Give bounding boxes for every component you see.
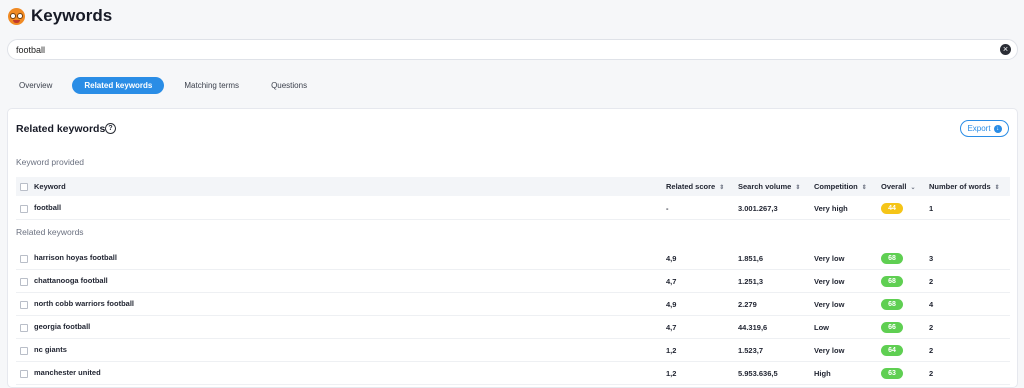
- words-cell: 2: [929, 315, 1010, 339]
- words-cell: 2: [929, 269, 1010, 293]
- overall-badge: 68: [881, 275, 903, 287]
- related-score-cell: 4,9: [666, 292, 738, 316]
- keyword-cell: manchester united: [34, 368, 101, 378]
- provided-table: football - 3.001.267,3 Very high 44 1: [16, 197, 1010, 220]
- table-row[interactable]: manchester united 1,2 5.953.636,5 High 63 2: [16, 361, 1010, 385]
- section-label-related: Related keywords: [16, 227, 84, 237]
- tab-related-keywords[interactable]: Related keywords: [72, 76, 165, 94]
- words-cell: 1: [929, 197, 1010, 220]
- sort-icon: ⇕: [795, 185, 801, 191]
- table-row[interactable]: harrison hoyas football 4,9 1.851,6 Very lo…: [16, 247, 1010, 270]
- overall-badge: 68: [881, 252, 903, 264]
- tab-bar: Overview Related keywords Matching terms…: [7, 76, 327, 94]
- logo-icon: [8, 7, 25, 25]
- sort-icon: ⇕: [861, 185, 867, 191]
- row-checkbox[interactable]: [20, 254, 28, 263]
- tab-overview[interactable]: Overview: [7, 77, 64, 94]
- competition-cell: Very low: [814, 269, 881, 293]
- clear-icon[interactable]: ×: [1000, 44, 1011, 55]
- export-label: Export: [967, 124, 991, 133]
- tab-questions[interactable]: Questions: [259, 77, 319, 94]
- chevron-down-icon: ⌄: [910, 185, 916, 191]
- overall-badge: 68: [881, 298, 903, 310]
- overall-badge: 63: [881, 367, 903, 379]
- competition-cell: Very low: [814, 247, 881, 270]
- search-volume-cell: 1.851,6: [738, 247, 814, 270]
- col-search-volume[interactable]: Search volume ⇕: [738, 177, 814, 196]
- select-all-checkbox[interactable]: [20, 183, 28, 191]
- help-icon[interactable]: ?: [105, 123, 116, 134]
- search-volume-cell: 2.279: [738, 292, 814, 316]
- related-table: harrison hoyas football 4,9 1.851,6 Very lo…: [16, 247, 1010, 385]
- row-checkbox[interactable]: [20, 346, 28, 355]
- table-row[interactable]: football - 3.001.267,3 Very high 44 1: [16, 197, 1010, 220]
- related-score-cell: 1,2: [666, 338, 738, 362]
- competition-cell: Very low: [814, 338, 881, 362]
- keyword-cell: nc giants: [34, 345, 67, 355]
- row-checkbox[interactable]: [20, 369, 28, 378]
- search-volume-cell: 3.001.267,3: [738, 197, 814, 220]
- search-volume-cell: 44.319,6: [738, 315, 814, 339]
- card-title: Related keywords: [16, 123, 106, 135]
- overall-badge: 44: [881, 202, 903, 214]
- competition-cell: Very high: [814, 197, 881, 220]
- export-button[interactable]: Export ↓: [960, 120, 1009, 137]
- row-checkbox[interactable]: [20, 204, 28, 213]
- col-number-of-words[interactable]: Number of words ⇕: [929, 177, 1010, 196]
- words-cell: 4: [929, 292, 1010, 316]
- words-cell: 3: [929, 247, 1010, 270]
- table-row[interactable]: nc giants 1,2 1.523,7 Very low 64 2: [16, 338, 1010, 362]
- keyword-cell: chattanooga football: [34, 276, 108, 286]
- row-checkbox[interactable]: [20, 323, 28, 332]
- search-bar[interactable]: ×: [7, 39, 1018, 60]
- related-score-cell: -: [666, 197, 738, 220]
- keyword-cell: north cobb warriors football: [34, 299, 135, 309]
- search-volume-cell: 1.251,3: [738, 269, 814, 293]
- related-keywords-card: Related keywords ? Export ↓ Keyword prov…: [7, 108, 1018, 388]
- keyword-cell: harrison hoyas football: [34, 253, 117, 263]
- row-checkbox[interactable]: [20, 300, 28, 309]
- keyword-cell: football: [34, 203, 62, 213]
- keyword-cell: georgia football: [34, 322, 91, 332]
- overall-badge: 64: [881, 344, 903, 356]
- download-icon: ↓: [993, 124, 1002, 133]
- related-score-cell: 1,2: [666, 361, 738, 385]
- related-score-cell: 4,7: [666, 315, 738, 339]
- page-title: Keywords: [31, 6, 113, 25]
- search-volume-cell: 5.953.636,5: [738, 361, 814, 385]
- related-score-cell: 4,9: [666, 247, 738, 270]
- competition-cell: Very low: [814, 292, 881, 316]
- table-row[interactable]: north cobb warriors football 4,9 2.279 Very…: [16, 292, 1010, 316]
- section-label-provided: Keyword provided: [16, 157, 85, 167]
- competition-cell: High: [814, 361, 881, 385]
- row-checkbox[interactable]: [20, 277, 28, 286]
- col-keyword: Keyword: [34, 181, 66, 191]
- sort-icon: ⇕: [719, 185, 725, 191]
- competition-cell: Low: [814, 315, 881, 339]
- table-header: Keyword Related score ⇕ Search volume ⇕ Co…: [16, 177, 1010, 196]
- overall-badge: 66: [881, 321, 903, 333]
- table-row[interactable]: chattanooga football 4,7 1.251,3 Very low 68…: [16, 269, 1010, 293]
- related-score-cell: 4,7: [666, 269, 738, 293]
- search-input[interactable]: [16, 42, 976, 57]
- app-header: Keywords: [8, 6, 112, 26]
- table-row[interactable]: georgia football 4,7 44.319,6 Low 66 2: [16, 315, 1010, 339]
- sort-icon: ⇕: [994, 185, 1000, 191]
- words-cell: 2: [929, 361, 1010, 385]
- col-competition[interactable]: Competition ⇕: [814, 177, 881, 196]
- col-overall[interactable]: Overall ⌄: [881, 177, 929, 196]
- tab-matching-terms[interactable]: Matching terms: [172, 77, 251, 94]
- search-volume-cell: 1.523,7: [738, 338, 814, 362]
- col-related-score[interactable]: Related score ⇕: [666, 177, 738, 196]
- words-cell: 2: [929, 338, 1010, 362]
